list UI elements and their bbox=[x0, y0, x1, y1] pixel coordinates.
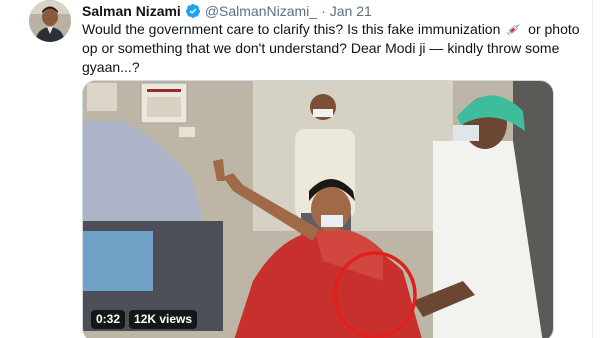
separator-dot: · bbox=[321, 3, 326, 19]
verified-badge-icon bbox=[185, 4, 200, 18]
video-badges: 0:32 12K views bbox=[91, 310, 198, 329]
video-duration: 0:32 bbox=[91, 310, 126, 329]
timeline-divider bbox=[592, 0, 593, 338]
tweet-video[interactable]: 0:32 12K views bbox=[82, 80, 554, 338]
author-name[interactable]: Salman Nizami bbox=[82, 3, 181, 19]
tweet-text: Would the government care to clarify thi… bbox=[82, 20, 582, 77]
video-views: 12K views bbox=[129, 310, 198, 329]
tweet-date[interactable]: Jan 21 bbox=[330, 3, 372, 19]
video-frame bbox=[83, 81, 553, 338]
tweet-text-part1: Would the government care to clarify thi… bbox=[82, 21, 501, 37]
syringe-icon bbox=[506, 24, 520, 36]
author-avatar[interactable] bbox=[29, 0, 71, 42]
author-handle[interactable]: @SalmanNizami_ bbox=[205, 3, 317, 19]
tweet-header: Salman Nizami @SalmanNizami_ · Jan 21 bbox=[82, 2, 372, 20]
